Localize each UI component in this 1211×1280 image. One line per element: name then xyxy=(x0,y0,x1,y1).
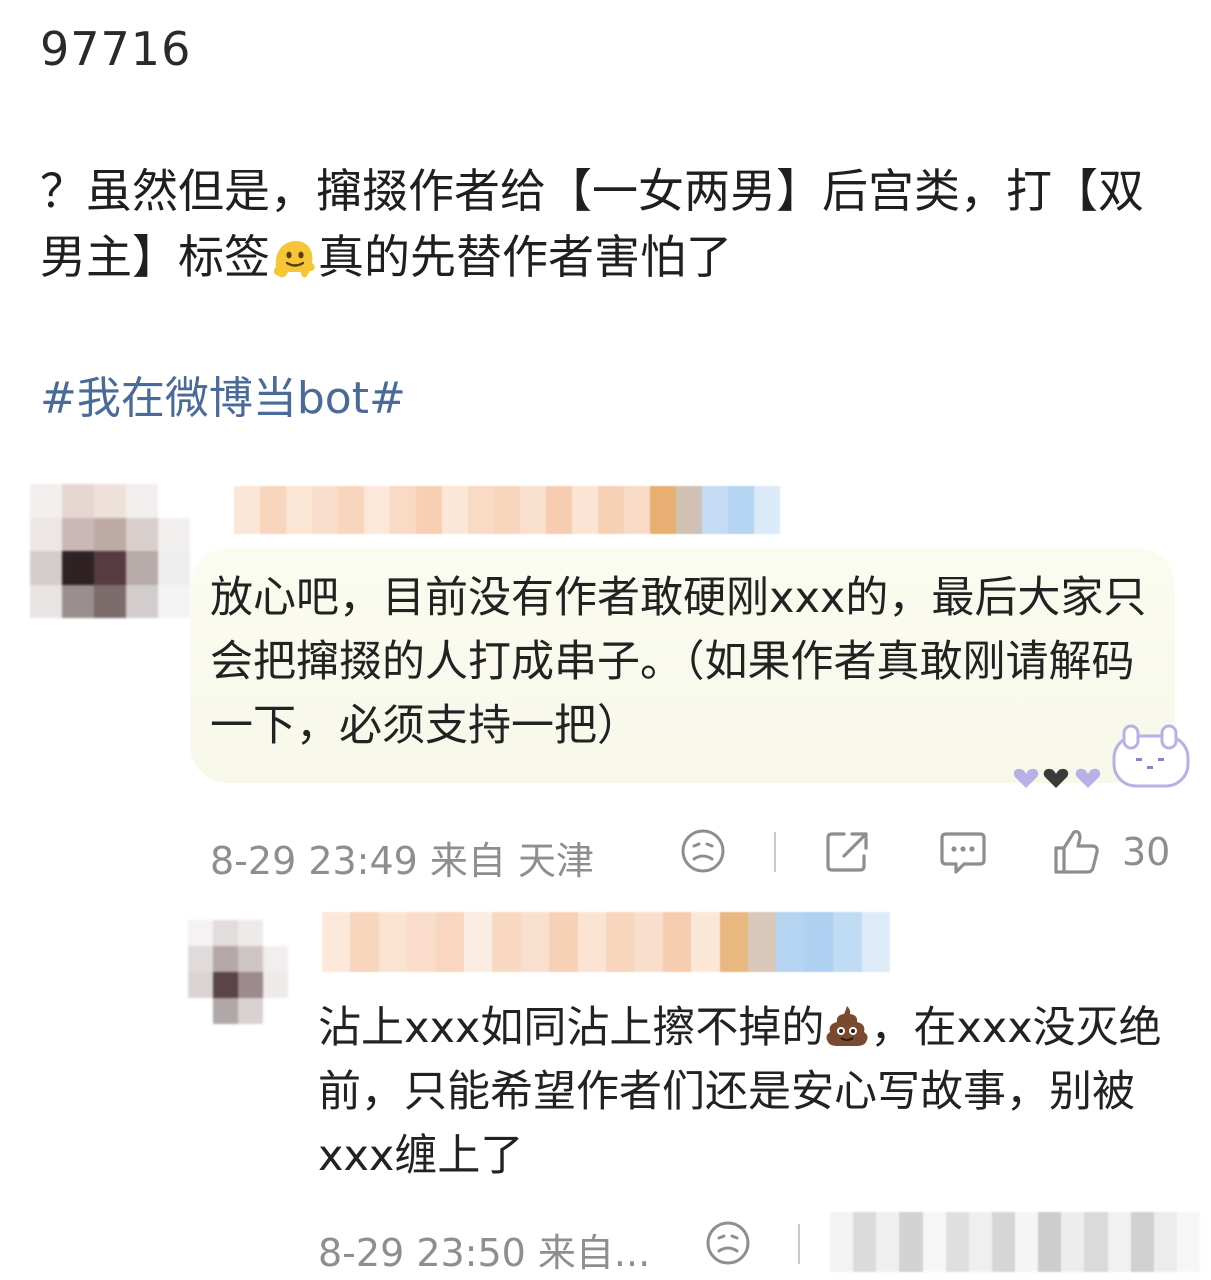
hearts-sticker-icon xyxy=(1012,766,1104,796)
poop-icon xyxy=(824,1002,870,1046)
redacted-actions xyxy=(830,1212,1200,1272)
melting-face-icon xyxy=(270,232,318,278)
comment-meta: 8-29 23:49 来自 天津 xyxy=(210,839,594,883)
reply-meta: 8-29 23:50 来自... xyxy=(318,1231,651,1275)
share-icon[interactable] xyxy=(824,828,872,874)
comment-icon[interactable] xyxy=(938,828,988,876)
divider xyxy=(774,832,776,872)
reply-text: 沾上xxx如同沾上擦不掉的 ，在xxx没灭绝前，只能希望作者们还是安心写故事，别… xyxy=(318,996,1188,1188)
sad-face-icon[interactable] xyxy=(705,1220,751,1266)
avatar[interactable] xyxy=(30,484,190,618)
username-redacted[interactable] xyxy=(322,912,890,972)
post-body: ？虽然但是，撺掇作者给【一女两男】后宫类，打【双男主】标签 真的先替作者害怕了 xyxy=(40,158,1180,290)
divider xyxy=(798,1224,800,1264)
comment-text: 放心吧，目前没有作者敢硬刚xxx的，最后大家只会把撺掇的人打成串子。（如果作者真… xyxy=(210,573,1147,751)
hashtag-link[interactable]: #我在微博当bot# xyxy=(40,362,406,426)
like-count: 30 xyxy=(1122,830,1171,874)
post-body-text-end: 真的先替作者害怕了 xyxy=(318,230,732,284)
post-id: 97716 xyxy=(40,22,192,76)
username-redacted[interactable] xyxy=(208,486,780,534)
sad-face-icon[interactable] xyxy=(680,828,726,874)
reply-text-start: 沾上xxx如同沾上擦不掉的 xyxy=(318,1003,825,1053)
avatar[interactable] xyxy=(188,920,288,1024)
thumbs-up-icon[interactable] xyxy=(1052,826,1102,876)
bunny-sticker-icon xyxy=(1106,722,1194,796)
